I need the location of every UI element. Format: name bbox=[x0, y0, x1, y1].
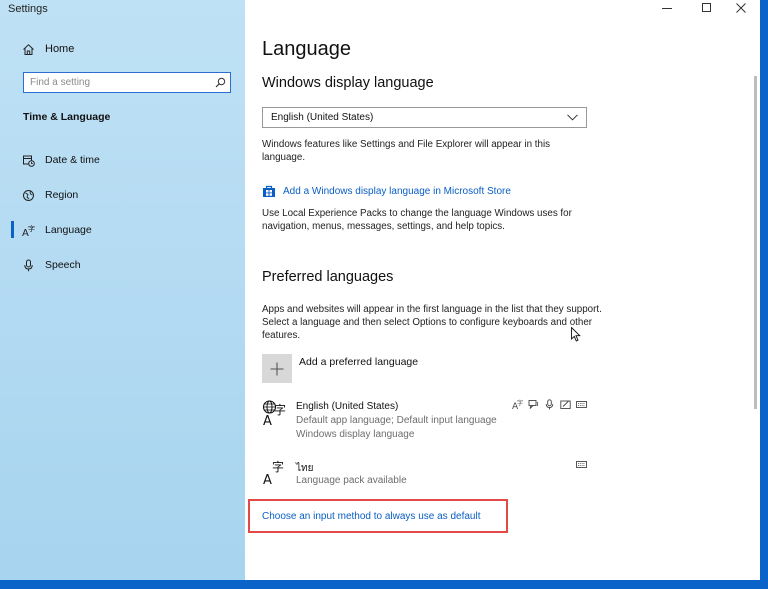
feature-icons bbox=[576, 459, 587, 470]
language-glyph-icon: 字 A bbox=[263, 459, 284, 487]
search-icon[interactable] bbox=[210, 77, 230, 88]
keyboard-icon bbox=[576, 459, 587, 470]
display-language-description: Windows features like Settings and File … bbox=[262, 139, 551, 163]
plus-icon bbox=[262, 354, 292, 383]
svg-text:字: 字 bbox=[28, 224, 35, 233]
feature-icons: A字 bbox=[512, 399, 587, 410]
home-nav-button[interactable]: Home bbox=[22, 41, 74, 57]
store-link-label: Add a Windows display language in Micros… bbox=[283, 185, 511, 197]
mouse-cursor-icon bbox=[571, 327, 581, 342]
text-to-speech-icon bbox=[528, 399, 539, 410]
sidebar-item-region[interactable]: Region bbox=[22, 187, 78, 203]
store-link[interactable]: Add a Windows display language in Micros… bbox=[262, 183, 511, 199]
store-bag-icon bbox=[263, 185, 275, 197]
speech-recognition-icon bbox=[544, 399, 555, 410]
language-detail: Default app language; Default input lang… bbox=[296, 415, 497, 426]
add-language-label: Add a preferred language bbox=[299, 356, 419, 368]
minimize-icon bbox=[662, 8, 672, 9]
home-label: Home bbox=[45, 43, 75, 55]
scrollbar[interactable] bbox=[754, 76, 757, 409]
minimize-button[interactable] bbox=[652, 0, 682, 16]
sidebar-item-label: Speech bbox=[45, 259, 81, 271]
microphone-icon bbox=[24, 259, 33, 271]
sidebar-item-speech[interactable]: Speech bbox=[22, 257, 81, 273]
sidebar: Settings Home Time & Language bbox=[0, 0, 245, 580]
sidebar-item-label: Region bbox=[45, 189, 79, 201]
svg-text:A: A bbox=[263, 414, 272, 427]
svg-text:字: 字 bbox=[274, 402, 286, 417]
page-title: Language bbox=[262, 38, 351, 60]
preferred-languages-heading: Preferred languages bbox=[262, 269, 394, 285]
sidebar-item-label: Language bbox=[45, 224, 92, 236]
display-language-dropdown[interactable]: English (United States) bbox=[262, 107, 587, 128]
language-name: ไทย bbox=[296, 463, 314, 474]
svg-text:字: 字 bbox=[272, 459, 284, 474]
maximize-icon bbox=[702, 3, 711, 12]
settings-window: Settings Home Time & Language bbox=[0, 0, 760, 580]
language-name: English (United States) bbox=[296, 401, 399, 412]
section-title: Time & Language bbox=[23, 111, 111, 123]
language-detail: Language pack available bbox=[296, 475, 407, 486]
packs-description: Use Local Experience Packs to change the… bbox=[262, 208, 572, 232]
close-icon bbox=[736, 3, 746, 13]
sidebar-item-date-time[interactable]: Date & time bbox=[22, 152, 100, 168]
language-detail: Windows display language bbox=[296, 429, 415, 440]
app-title: Settings bbox=[8, 3, 48, 15]
calendar-clock-icon bbox=[23, 155, 35, 167]
close-button[interactable] bbox=[726, 0, 756, 16]
maximize-button[interactable] bbox=[692, 0, 722, 16]
language-glyph-icon: 字 A bbox=[262, 400, 286, 427]
language-icon: A 字 bbox=[22, 224, 35, 237]
search-box[interactable] bbox=[23, 72, 231, 93]
dropdown-value: English (United States) bbox=[271, 112, 374, 123]
display-language-feature-icon: A字 bbox=[512, 399, 523, 410]
input-method-link[interactable]: Choose an input method to always use as … bbox=[262, 511, 480, 522]
svg-text:字: 字 bbox=[517, 399, 523, 407]
chevron-down-icon bbox=[567, 114, 578, 121]
keyboard-icon bbox=[576, 399, 587, 410]
language-item-english[interactable]: 字 A English (United States) Default app … bbox=[262, 399, 587, 449]
sidebar-item-language[interactable]: A 字 Language bbox=[22, 222, 92, 238]
preferred-description: Apps and websites will appear in the fir… bbox=[262, 304, 602, 341]
home-icon bbox=[23, 43, 34, 55]
globe-region-icon bbox=[23, 189, 34, 201]
handwriting-icon bbox=[560, 399, 571, 410]
search-input[interactable] bbox=[24, 75, 210, 90]
sidebar-item-label: Date & time bbox=[45, 154, 100, 166]
svg-text:A: A bbox=[263, 473, 272, 487]
display-language-heading: Windows display language bbox=[262, 75, 434, 91]
selected-indicator bbox=[11, 221, 14, 238]
add-language-button[interactable]: Add a preferred language bbox=[262, 354, 418, 383]
